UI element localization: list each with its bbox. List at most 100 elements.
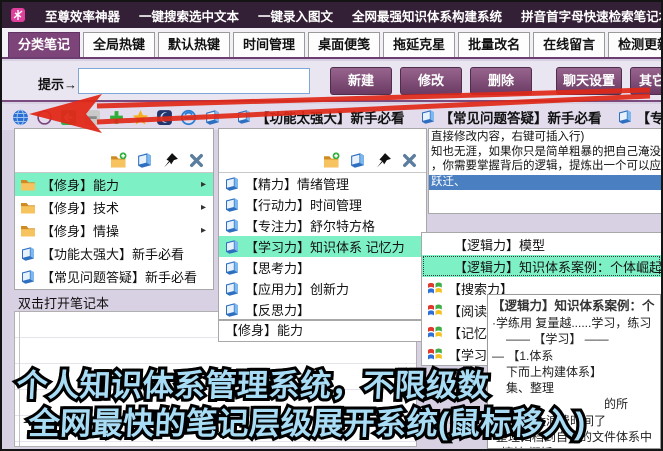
new-folder-icon[interactable] [110,152,127,169]
menu-bar: 至尊效率神器 一键搜索选中文本 一键录入图文 全网最强知识体系构建系统 拼音首字… [2,2,661,28]
note-item-label: 【反思力】 [245,303,311,318]
new-folder-icon[interactable] [323,152,340,169]
tree-item-label: 【功能太强大】新手必看 [41,247,185,262]
book-icon [224,218,240,234]
sub-item-logic-case[interactable]: 【逻辑力】知识体系案例：个体崛起的捷径 [422,255,661,277]
close-icon[interactable] [401,152,418,169]
tooltip-title: 【逻辑力】知识体系案例：个 [492,299,655,313]
tab-bar: 分类笔记 全局热键 默认热键 时间管理 桌面便笺 拖延克星 批量改名 在线留言 … [2,28,661,59]
tab-online-message[interactable]: 在线留言 [533,32,606,57]
note-item-time[interactable]: 【行动力】时间管理 [219,194,426,215]
other-button[interactable]: 其它 [630,67,661,95]
close-icon[interactable] [188,152,205,169]
windows-logo-icon [427,302,443,318]
tooltip-line: 集、整理 [506,381,555,396]
new-note-icon[interactable] [349,152,366,169]
tab-desktop-notes[interactable]: 桌面便笺 [308,32,381,57]
tree-item-label: 【修身】技术 [41,201,120,216]
folder-icon [20,200,36,216]
new-note-icon[interactable] [136,152,153,169]
book-icon[interactable] [204,109,221,126]
menu-item-knowledge-system[interactable]: 全网最强知识体系构建系统 [352,6,502,25]
plus-icon[interactable] [108,109,125,126]
note-item-thinking[interactable]: 【思考力】 [219,257,426,278]
tooltip-line: —— 【学习】 —— [506,332,609,347]
favorite-note-schulte[interactable]: 【专注力】舒尔特方格 [617,107,662,127]
tooltip-line: 下而上构建体系】 [506,364,603,379]
tree-item-cultivate-ability[interactable]: 【修身】能力 ▸ [15,173,213,196]
tab-time-management[interactable]: 时间管理 [233,32,306,57]
folder-icon [20,223,36,239]
note-item-schulte[interactable]: 【专注力】舒尔特方格 [219,215,426,236]
moon-box-icon[interactable] [156,109,173,126]
favorite-note-powerful[interactable]: 【功能太强大】新手必看 [236,107,405,127]
ie-icon[interactable] [180,109,197,126]
menu-item-quick-capture[interactable]: 一键录入图文 [258,6,333,25]
globe-icon[interactable] [12,109,29,126]
note-item-application[interactable]: 【应用力】创新力 [219,278,426,299]
tooltip-line: ·学练用 复量越......学习，练习 [492,316,652,330]
tree-item-faq-guide[interactable]: 【常见问题答疑】新手必看 [15,265,213,288]
minus-box-icon[interactable] [84,109,101,126]
tab-default-hotkeys[interactable]: 默认热键 [158,32,231,57]
book-icon [20,269,36,285]
windows-logo-icon [427,280,443,296]
sub-item-logic-model[interactable]: 【逻辑力】模型 [422,233,661,255]
book-icon [224,239,240,255]
tree-item-label: 【修身】能力 [41,178,120,193]
note-name-input[interactable] [78,68,310,94]
tab-global-hotkeys[interactable]: 全局热键 [83,32,156,57]
chevron-right-icon: ▸ [200,179,206,190]
pin-icon[interactable] [375,152,392,169]
book-icon [236,109,252,125]
tab-check-update[interactable]: 检测更新 [608,32,661,57]
note-form-row: 提示→ 新建 修改 删除 聊天设置 其它 [2,61,661,102]
favorite-label: 【功能太强大】新手必看 [256,111,405,126]
app-window: 至尊效率神器 一键搜索选中文本 一键录入图文 全网最强知识体系构建系统 拼音首字… [0,0,663,451]
menu-item-app-title[interactable]: 至尊效率神器 [45,6,120,25]
sub-item-label: 【逻辑力】模型 [454,237,546,253]
double-click-hint: 双击打开笔记本 [18,296,110,311]
tree-item-cultivate-tech[interactable]: 【修身】技术 ▸ [15,196,213,219]
editor-line: 直接修改内容，右键可插入行) [431,131,585,143]
book-icon [224,302,240,318]
note-item-knowledge-memory[interactable]: 【学习力】知识体系 记忆力 [219,236,426,257]
tree-item-label: 【修身】情操 [41,224,120,239]
editor-line: 知也无涯，如果你只是简单粗暴的把自己淹没在 [431,146,661,158]
note-item-reflection[interactable]: 【反思力】 [219,299,426,320]
tab-procrastination[interactable]: 拖延克星 [383,32,456,57]
chevron-right-icon: ▸ [200,225,206,236]
editor-line: ，你需要掌握背后的逻辑，提炼出一个可以应用 [431,160,661,172]
circle-minus-icon[interactable] [36,109,53,126]
tooltip-line: ，太浪费时间了 [522,413,607,428]
left-category-panel: 【修身】能力 ▸ 【修身】技术 ▸ 【修身】情操 ▸ 【功能太强大】新手必看 【… [14,128,214,290]
windows-logo-icon [427,346,443,362]
note-item-emotion[interactable]: 【精力】情绪管理 [219,173,426,194]
back-arrow-icon[interactable] [60,109,77,126]
favorite-note-faq[interactable]: 【常见问题答疑】新手必看 [420,107,602,127]
favorite-label: 【专注力】舒尔特方格 [636,111,662,126]
menu-item-pinyin-search[interactable]: 拼音首字母快速检索笔记本 [521,6,661,25]
sub-item-label: 【逻辑力】知识体系案例：个体崛起的捷径 [454,259,661,275]
left-panel-header [15,129,213,173]
tab-batch-rename[interactable]: 批量改名 [458,32,531,57]
tree-item-powerful-guide[interactable]: 【功能太强大】新手必看 [15,242,213,265]
windows-logo-icon [427,324,443,340]
tab-category-notes[interactable]: 分类笔记 [8,32,81,57]
note-editor-panel[interactable]: 直接修改内容，右键可插入行) 知也无涯，如果你只是简单粗暴的把自己淹没在 ，你需… [428,128,661,214]
toolbar: 【功能太强大】新手必看 【常见问题答疑】新手必看 【专注力】舒尔特方格 [2,104,661,130]
delete-button[interactable]: 删除 [470,67,532,95]
star-icon[interactable] [132,109,149,126]
new-button[interactable]: 新建 [330,67,392,95]
menu-item-search-selected-text[interactable]: 一键搜索选中文本 [139,6,239,25]
middle-panel-header [219,129,426,173]
hint-label: 提示→ [38,77,78,92]
book-icon [224,197,240,213]
pin-icon[interactable] [162,152,179,169]
editor-selected-line[interactable]: 跃迁、 [429,175,661,190]
tooltip-line: 的所 [604,397,629,412]
modify-button[interactable]: 修改 [400,67,462,95]
tree-item-cultivate-sentiment[interactable]: 【修身】情操 ▸ [15,219,213,242]
book-icon [420,109,436,125]
chat-settings-button[interactable]: 聊天设置 [556,67,622,95]
